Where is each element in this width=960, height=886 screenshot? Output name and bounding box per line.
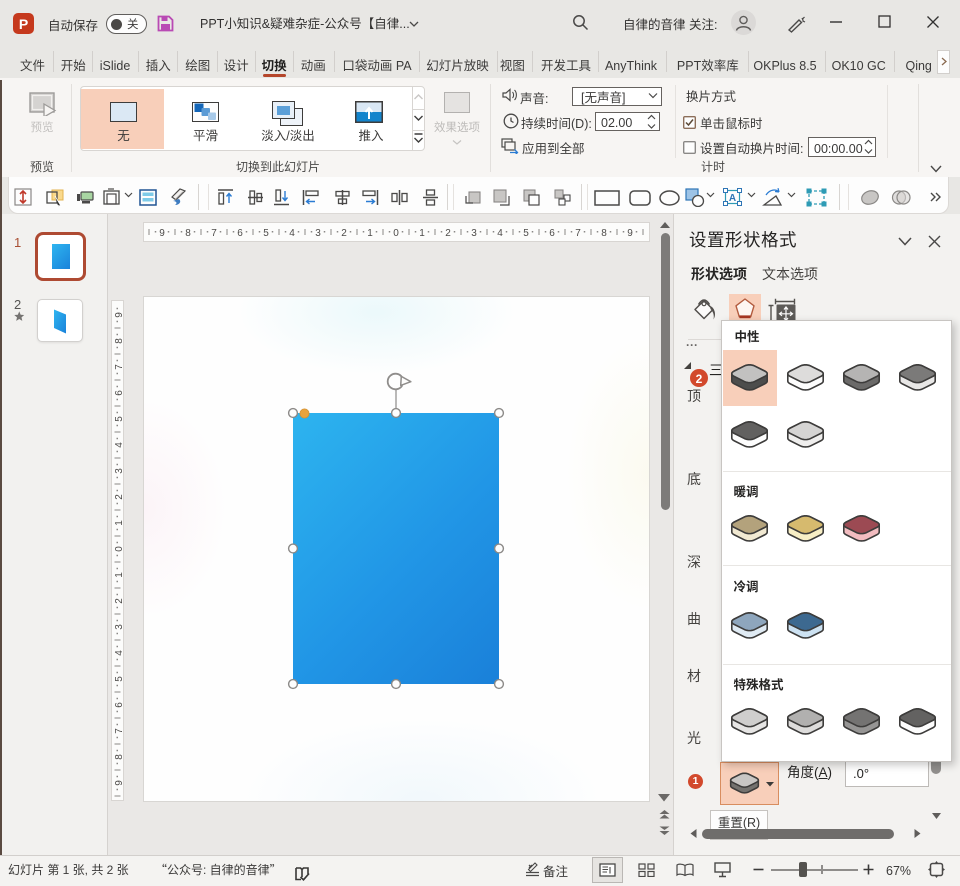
svg-text:5: 5 xyxy=(523,228,529,239)
svg-text:7: 7 xyxy=(211,228,217,239)
svg-text:9: 9 xyxy=(627,228,633,239)
svg-text:3: 3 xyxy=(114,624,124,630)
svg-text:9: 9 xyxy=(159,228,165,239)
svg-text:1: 1 xyxy=(367,228,373,239)
svg-text:2: 2 xyxy=(445,228,451,239)
svg-text:8: 8 xyxy=(185,228,191,239)
svg-text:6: 6 xyxy=(237,228,243,239)
svg-text:2: 2 xyxy=(114,598,124,604)
svg-text:4: 4 xyxy=(114,442,124,448)
svg-text:4: 4 xyxy=(497,228,503,239)
svg-text:8: 8 xyxy=(601,228,607,239)
svg-text:8: 8 xyxy=(114,338,124,344)
svg-text:7: 7 xyxy=(575,228,581,239)
svg-text:6: 6 xyxy=(114,390,124,396)
svg-text:1: 1 xyxy=(114,572,124,578)
svg-text:5: 5 xyxy=(263,228,269,239)
svg-text:4: 4 xyxy=(289,228,295,239)
svg-text:3: 3 xyxy=(471,228,477,239)
svg-text:6: 6 xyxy=(114,702,124,708)
svg-text:5: 5 xyxy=(114,676,124,682)
svg-text:9: 9 xyxy=(114,780,124,786)
svg-text:0: 0 xyxy=(114,546,124,552)
svg-text:4: 4 xyxy=(114,650,124,656)
svg-text:9: 9 xyxy=(114,312,124,318)
svg-text:2: 2 xyxy=(341,228,347,239)
svg-text:5: 5 xyxy=(114,416,124,422)
svg-text:A: A xyxy=(729,193,736,204)
svg-text:7: 7 xyxy=(114,728,124,734)
svg-text:1: 1 xyxy=(114,520,124,526)
svg-text:1: 1 xyxy=(419,228,425,239)
svg-text:3: 3 xyxy=(114,468,124,474)
svg-text:2: 2 xyxy=(114,494,124,500)
svg-text:3: 3 xyxy=(315,228,321,239)
svg-text:6: 6 xyxy=(549,228,555,239)
svg-text:7: 7 xyxy=(114,364,124,370)
svg-text:8: 8 xyxy=(114,754,124,760)
svg-text:0: 0 xyxy=(393,228,399,239)
